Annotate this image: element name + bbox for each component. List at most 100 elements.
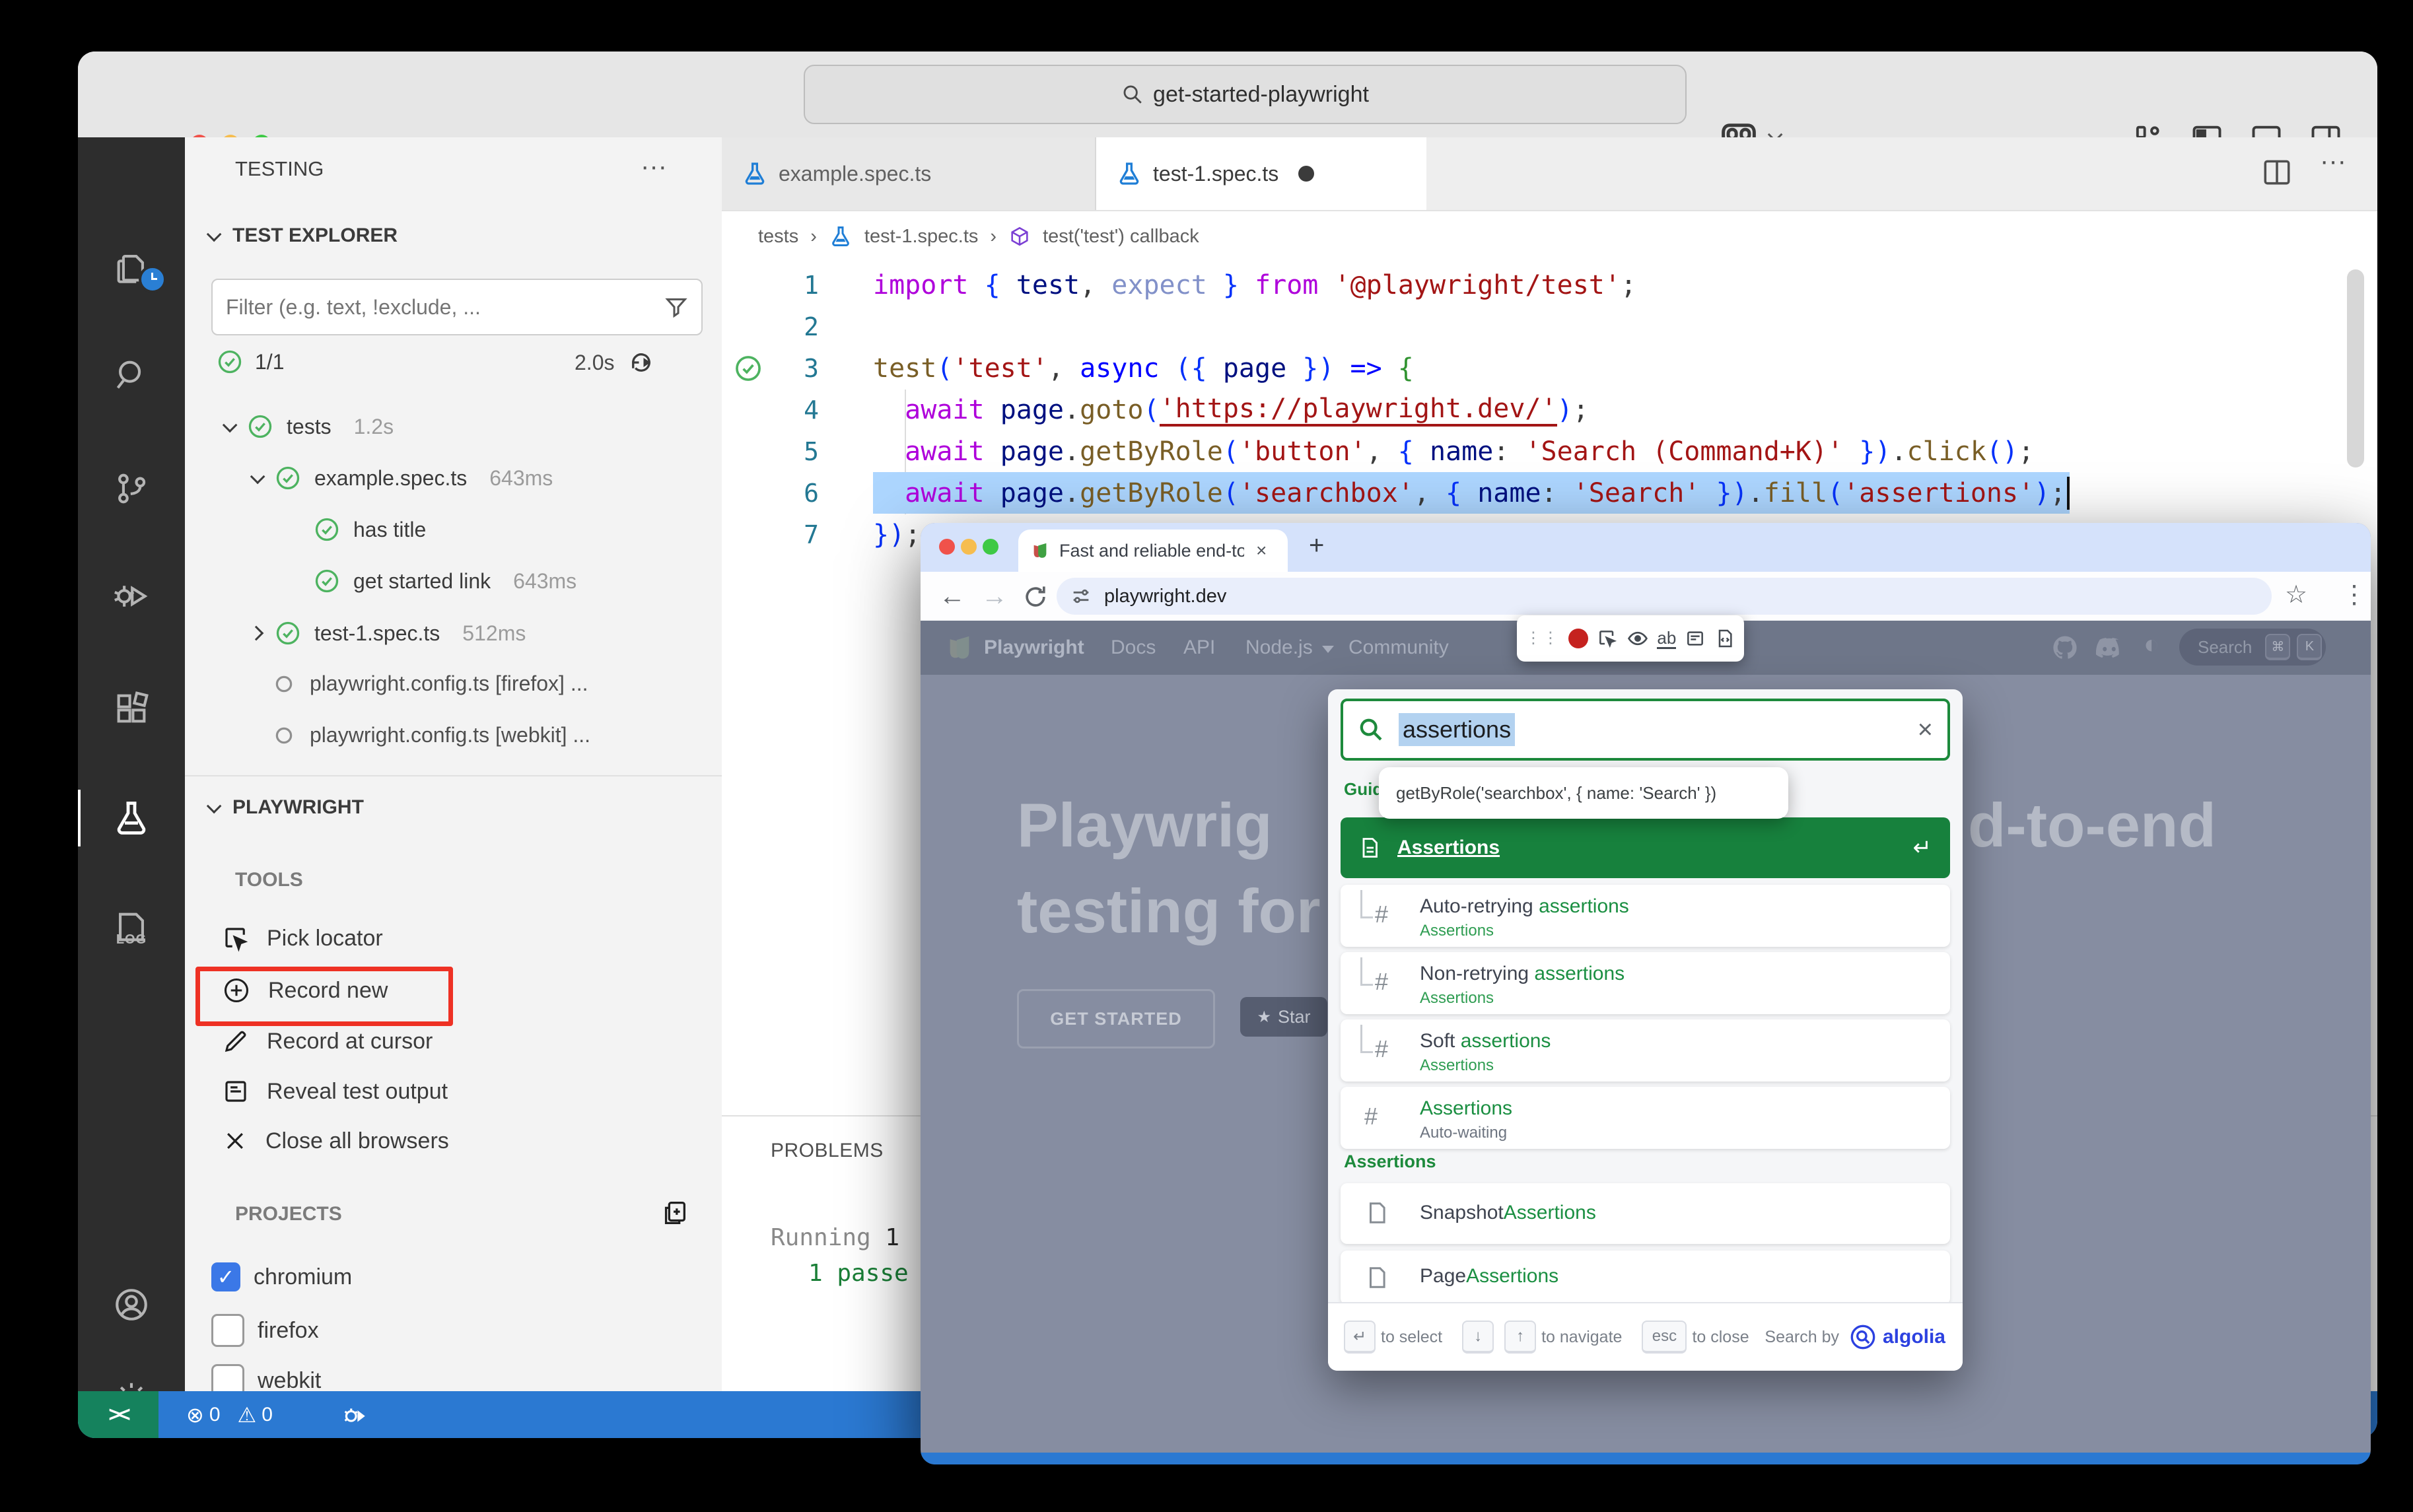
code-line-5[interactable]: await page.getByRole('button', { name: '… xyxy=(873,430,2034,472)
breadcrumb-folder[interactable]: tests xyxy=(758,226,798,248)
pick-locator-icon[interactable] xyxy=(1597,628,1618,649)
discord-icon[interactable] xyxy=(2095,636,2124,660)
project-firefox[interactable]: firefox xyxy=(211,1314,319,1347)
nav-link-api[interactable]: API xyxy=(1183,636,1215,659)
explorer-icon[interactable] xyxy=(78,231,185,304)
code-line-3[interactable]: test('test', async ({ page }) => { xyxy=(873,347,1414,389)
tree-row-test-1-spec[interactable]: test-1.spec.ts 512ms xyxy=(251,620,526,646)
tree-row-has-title[interactable]: has title xyxy=(314,516,426,543)
remote-indicator[interactable]: >< xyxy=(78,1391,158,1438)
tab-close-icon[interactable]: × xyxy=(1256,540,1267,561)
reveal-test-output-button[interactable]: Reveal test output xyxy=(222,1078,448,1105)
testing-icon[interactable] xyxy=(78,782,185,854)
project-chromium[interactable]: ✓ chromium xyxy=(211,1262,352,1291)
result-page-assertions[interactable]: PageAssertions xyxy=(1341,1251,1950,1305)
extensions-icon[interactable] xyxy=(78,672,185,745)
sidebar-more-button[interactable]: ··· xyxy=(641,152,667,182)
select-default-profile-icon[interactable] xyxy=(659,1198,689,1228)
algolia-icon[interactable] xyxy=(1850,1324,1876,1350)
nav-link-docs[interactable]: Docs xyxy=(1111,636,1156,659)
tree-row-config-firefox[interactable]: playwright.config.ts [firefox] ... xyxy=(274,671,588,696)
breadcrumb[interactable]: tests › test-1.spec.ts › test('test') ca… xyxy=(722,210,2377,263)
filter-icon[interactable] xyxy=(663,294,689,320)
docsearch-searchbox[interactable]: assertions × xyxy=(1341,699,1950,761)
command-center[interactable]: get-started-playwright xyxy=(804,65,1687,124)
project-webkit[interactable]: webkit xyxy=(211,1364,321,1391)
browser-zoom-button[interactable] xyxy=(983,539,998,555)
result-selected-assertions[interactable]: Assertions ↵ xyxy=(1341,817,1950,878)
docsearch-query[interactable]: assertions xyxy=(1399,713,1515,746)
result-non-retrying[interactable]: # Non-retrying assertions Assertions xyxy=(1341,952,1950,1014)
browser-forward-icon[interactable]: → xyxy=(981,582,1008,611)
hero-heading-fragment-left: Playwrig xyxy=(1017,790,1273,861)
result-snapshot-assertions[interactable]: SnapshotAssertions xyxy=(1341,1183,1950,1244)
source-control-icon[interactable] xyxy=(78,452,185,525)
test-filter-input[interactable] xyxy=(213,295,663,320)
browser-back-icon[interactable]: ← xyxy=(939,582,965,611)
tree-row-tests[interactable]: tests 1.2s xyxy=(223,413,394,440)
code-line-1[interactable]: import { test, expect } from '@playwrigh… xyxy=(873,264,1636,306)
pick-locator-button[interactable]: Pick locator xyxy=(222,924,383,952)
browser-close-button[interactable] xyxy=(939,539,955,555)
tree-row-example-spec[interactable]: example.spec.ts 643ms xyxy=(251,465,553,491)
reload-icon[interactable] xyxy=(1021,582,1050,611)
symbol-icon xyxy=(1008,225,1031,248)
tab-test-1-spec[interactable]: test-1.spec.ts xyxy=(1096,137,1426,210)
tree-row-config-webkit[interactable]: playwright.config.ts [webkit] ... xyxy=(274,723,590,747)
accounts-icon[interactable] xyxy=(78,1268,185,1341)
record-at-cursor-button[interactable]: Record at cursor xyxy=(222,1027,433,1055)
algolia-wordmark[interactable]: algolia xyxy=(1883,1326,1945,1348)
github-icon[interactable] xyxy=(2051,634,2079,662)
drag-handle-icon[interactable]: ⋮⋮ xyxy=(1525,634,1560,643)
search-sidebar-icon[interactable] xyxy=(78,339,185,411)
rerun-icon[interactable] xyxy=(627,349,655,376)
assert-text-icon[interactable]: ab xyxy=(1657,629,1676,649)
omnibox[interactable]: playwright.dev xyxy=(1057,578,2272,615)
assert-snapshot-icon[interactable] xyxy=(1714,628,1735,649)
code-line-7[interactable]: }); xyxy=(873,514,921,555)
tab-example-spec[interactable]: example.spec.ts xyxy=(722,137,1096,210)
url-text[interactable]: playwright.dev xyxy=(1104,586,1226,607)
nav-link-community[interactable]: Community xyxy=(1348,636,1449,659)
code-line-6-selected[interactable]: await page.getByRole('searchbox', { name… xyxy=(873,472,2070,514)
test-explorer-header[interactable]: TEST EXPLORER xyxy=(207,224,398,247)
nav-link-nodejs[interactable]: Node.js xyxy=(1245,636,1313,659)
output-log-icon[interactable]: LOG xyxy=(78,891,185,963)
playwright-section-header[interactable]: PLAYWRIGHT xyxy=(207,796,364,819)
assert-visibility-icon[interactable] xyxy=(1626,627,1649,650)
close-all-browsers-button[interactable]: Close all browsers xyxy=(222,1128,449,1154)
checkbox-checked-icon[interactable]: ✓ xyxy=(211,1262,240,1291)
site-brand[interactable]: Playwright xyxy=(984,636,1084,659)
result-soft-assertions[interactable]: # Soft assertions Assertions xyxy=(1341,1019,1950,1082)
debug-status-icon[interactable] xyxy=(341,1391,368,1438)
checkbox-unchecked-icon[interactable] xyxy=(211,1314,244,1347)
problems-status[interactable]: ⊗ 0 ⚠ 0 xyxy=(186,1391,273,1438)
browser-menu-icon[interactable]: ⋮ xyxy=(2342,580,2367,609)
record-button[interactable] xyxy=(1568,629,1588,648)
github-star-button[interactable]: ★ Star xyxy=(1240,997,1327,1037)
checkbox-unchecked-icon[interactable] xyxy=(211,1364,244,1391)
breadcrumb-file[interactable]: test-1.spec.ts xyxy=(864,226,978,248)
run-debug-icon[interactable] xyxy=(78,560,185,633)
browser-tab[interactable]: Fast and reliable end-to-end × xyxy=(1018,530,1288,572)
new-tab-button[interactable]: + xyxy=(1309,531,1324,561)
code-line-4[interactable]: await page.goto('https://playwright.dev/… xyxy=(873,389,1589,430)
site-settings-icon[interactable] xyxy=(1070,585,1092,607)
assert-value-icon[interactable] xyxy=(1685,628,1706,649)
theme-toggle-icon[interactable]: ◐ xyxy=(2144,630,2159,660)
clear-query-icon[interactable]: × xyxy=(1918,715,1933,745)
editor-more-actions-button[interactable]: ··· xyxy=(2320,147,2346,176)
dirty-indicator-icon[interactable] xyxy=(1298,166,1314,182)
get-started-button[interactable]: GET STARTED xyxy=(1017,989,1215,1048)
site-search-button[interactable]: Search ⌘ K xyxy=(2179,629,2326,666)
problems-tab[interactable]: PROBLEMS xyxy=(771,1140,884,1162)
bookmark-star-icon[interactable]: ☆ xyxy=(2285,580,2307,609)
split-editor-icon[interactable] xyxy=(2260,156,2293,189)
tree-row-get-started-link[interactable]: get started link 643ms xyxy=(314,568,577,594)
test-filter[interactable] xyxy=(211,279,703,335)
editor-scrollbar[interactable] xyxy=(2347,269,2364,467)
result-auto-retrying[interactable]: # Auto-retrying assertions Assertions xyxy=(1341,885,1950,947)
breadcrumb-symbol[interactable]: test('test') callback xyxy=(1043,226,1199,248)
browser-minimize-button[interactable] xyxy=(961,539,977,555)
result-assertions-autowaiting[interactable]: # Assertions Auto-waiting xyxy=(1341,1087,1950,1149)
